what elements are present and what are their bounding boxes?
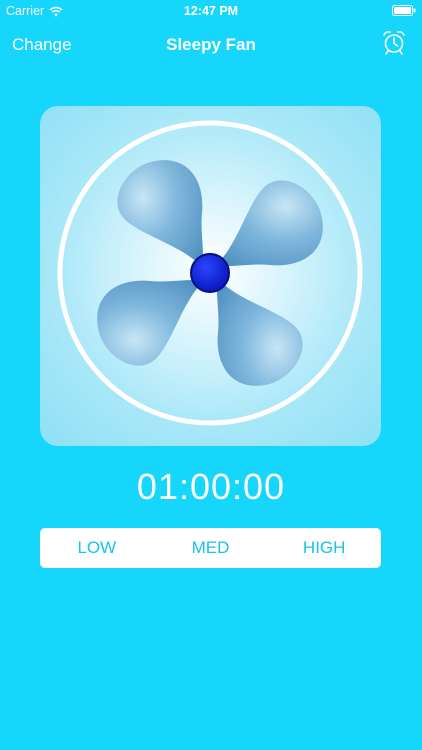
fan-icon[interactable] — [40, 106, 381, 446]
page-title: Sleepy Fan — [166, 35, 256, 54]
fan-blades — [97, 160, 323, 386]
speed-med-option[interactable]: MED — [154, 528, 268, 568]
status-time: 12:47 PM — [183, 4, 239, 18]
fan-hub — [190, 253, 230, 293]
speed-low-option[interactable]: LOW — [40, 528, 154, 568]
battery-icon — [392, 5, 416, 16]
speed-segmented-control[interactable]: LOW MED HIGH — [40, 528, 381, 568]
status-bar: Carrier 12:47 PM — [0, 0, 422, 22]
timer-display: 01:00:00 — [136, 466, 286, 507]
fan-panel[interactable] — [40, 106, 381, 446]
navigation-bar: Change Sleepy Fan — [0, 22, 422, 66]
speed-high-option[interactable]: HIGH — [267, 528, 381, 568]
alarm-clock-icon[interactable] — [380, 28, 408, 56]
